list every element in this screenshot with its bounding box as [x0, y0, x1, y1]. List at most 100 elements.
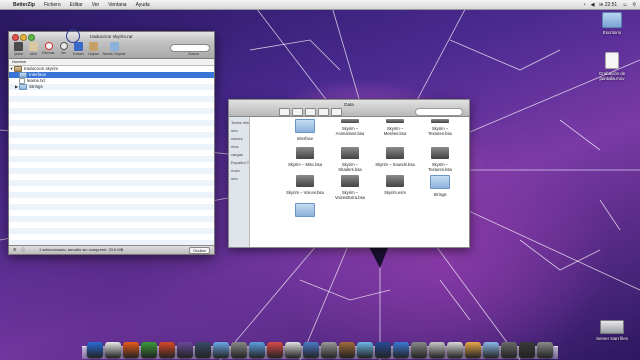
menu-app-name[interactable]: BetterZip — [13, 2, 35, 8]
sidebar-item[interactable]: nosh — [231, 168, 249, 173]
menu-ayuda[interactable]: Ayuda — [136, 2, 150, 8]
menu-ver[interactable]: Ver — [92, 2, 100, 8]
finder-folder-item[interactable]: Strings — [420, 175, 460, 197]
sidebar-item[interactable]: Todos mis archivos — [231, 120, 249, 125]
desktop-icon-escritorio[interactable]: Escritorio — [592, 12, 632, 35]
item-label: Skyrim – Animations.bsa — [335, 126, 365, 136]
dock-app-icon[interactable] — [267, 342, 283, 358]
extraer-button[interactable]: Extraer — [71, 41, 86, 56]
info-icon[interactable]: ⓘ — [21, 246, 25, 254]
item-label: Skyrim – Shaders.bsa — [338, 162, 362, 172]
archive-tree: ▼ traduccion skyrim Interface leame.txt ▶… — [9, 66, 214, 90]
finder-file-item[interactable]: Skyrim – Shaders.bsa — [330, 147, 370, 172]
dock-app-icon[interactable] — [339, 342, 355, 358]
ver-button[interactable]: Ver — [56, 41, 71, 55]
nueva-carpeta-button[interactable]: Nueva Carpeta — [101, 41, 127, 56]
file-icon — [386, 147, 404, 159]
dock-app-icon[interactable] — [177, 342, 193, 358]
dock-app-icon[interactable] — [465, 342, 481, 358]
betterzip-toolbar: Quitar Abrir Eliminar Ver Extraer Limpia… — [9, 41, 214, 59]
desktop-icon-server[interactable]: Server start files — [592, 320, 632, 341]
list-view-button[interactable] — [305, 108, 316, 116]
hide-button[interactable]: Ocultar — [189, 247, 210, 254]
back-button[interactable] — [279, 108, 290, 116]
dock-app-icon[interactable] — [123, 342, 139, 358]
new-folder-icon — [109, 42, 119, 51]
folder-icon — [295, 119, 315, 133]
limpiar-button[interactable]: Limpiar — [86, 41, 101, 56]
dock-app-icon[interactable] — [393, 342, 409, 358]
dock-app-icon[interactable] — [213, 342, 229, 358]
column-view-button[interactable] — [318, 108, 329, 116]
clock[interactable]: ie 22:51 — [599, 2, 617, 8]
broom-icon — [89, 42, 98, 51]
finder-file-item[interactable]: Skyrim – Meshes.bsa — [375, 119, 415, 136]
desktop: BetterZip Fichero Editar Ver Ventana Ayu… — [0, 0, 640, 360]
delete-icon — [44, 42, 53, 50]
dock-app-icon[interactable] — [195, 342, 211, 358]
eliminar-button[interactable]: Eliminar — [41, 41, 56, 55]
wifi-icon[interactable]: ◔ — [583, 2, 586, 8]
gear-icon[interactable]: ⚙ — [13, 246, 17, 254]
quitar-button[interactable]: Quitar — [11, 41, 26, 56]
folder-icon — [602, 12, 622, 28]
finder-folder-item[interactable] — [285, 203, 325, 220]
dock-app-icon[interactable] — [537, 342, 553, 358]
user-icon[interactable]: ☺ — [622, 2, 627, 8]
finder-toolbar: Data — [229, 100, 469, 117]
finder-file-item[interactable]: Skyrim – Animations.bsa — [330, 119, 370, 136]
dock-app-icon[interactable] — [249, 342, 265, 358]
sidebar-item[interactable]: nes — [231, 176, 249, 181]
search-input[interactable] — [170, 44, 210, 52]
magnifier-icon — [59, 42, 68, 50]
volume-icon[interactable]: ◀ — [591, 2, 595, 8]
dock-app-icon[interactable] — [159, 342, 175, 358]
column-header-nombre[interactable]: Nombre — [9, 59, 214, 66]
menu-editar[interactable]: Editar — [70, 2, 83, 8]
finder-search-input[interactable] — [415, 108, 463, 116]
menu-fichero[interactable]: Fichero — [44, 2, 61, 8]
finder-file-item[interactable]: Skyrim – Misc.bsa — [285, 147, 325, 167]
sidebar-item[interactable]: ciones — [231, 136, 249, 141]
file-icon — [386, 119, 404, 123]
dock-app-icon[interactable] — [501, 342, 517, 358]
dock-app-icon[interactable] — [429, 342, 445, 358]
dock-app-icon[interactable] — [321, 342, 337, 358]
dock-app-icon[interactable] — [141, 342, 157, 358]
movie-file-icon — [605, 52, 619, 69]
dock-app-icon[interactable] — [105, 342, 121, 358]
sidebar-item[interactable]: nes — [231, 128, 249, 133]
extract-icon — [74, 42, 83, 51]
dock-app-icon[interactable] — [483, 342, 499, 358]
action-button[interactable] — [331, 108, 342, 116]
sidebar-item[interactable]: ntos — [231, 144, 249, 149]
finder-file-item[interactable]: Skyrim – Textures.bsa — [420, 147, 460, 172]
dock-app-icon[interactable] — [447, 342, 463, 358]
dock-app-icon[interactable] — [411, 342, 427, 358]
dock-app-icon[interactable] — [519, 342, 535, 358]
menu-ventana[interactable]: Ventana — [108, 2, 126, 8]
dock-app-icon[interactable] — [357, 342, 373, 358]
dock-app-icon[interactable] — [285, 342, 301, 358]
dock-app-icon[interactable] — [231, 342, 247, 358]
desktop-icon-recording[interactable]: Grabación de pantalla.mov — [592, 52, 632, 81]
dock-app-icon[interactable] — [303, 342, 319, 358]
finder-file-item[interactable]: Skyrim – Voices.bsa — [285, 175, 325, 195]
finder-file-item[interactable]: Skyrim – VoicesExtra.bsa — [330, 175, 370, 200]
betterzip-title: traduccion skyrim.rar — [90, 34, 133, 39]
finder-file-item[interactable]: Skyrim.esm — [375, 175, 415, 195]
item-label: Skyrim – Sounds.bsa — [375, 162, 415, 167]
icon-view-button[interactable] — [292, 108, 303, 116]
item-label: Strings — [433, 192, 447, 197]
abrir-button[interactable]: Abrir — [26, 41, 41, 56]
dock-app-icon[interactable] — [375, 342, 391, 358]
dock-app-icon[interactable] — [87, 342, 103, 358]
item-label: Interface — [296, 136, 314, 141]
file-icon — [341, 119, 359, 123]
sidebar-item[interactable]: Español-Te... — [231, 160, 249, 165]
finder-file-item[interactable]: Skyrim – Textures.bsa — [420, 119, 460, 136]
finder-file-item[interactable]: Skyrim – Sounds.bsa — [375, 147, 415, 167]
sidebar-item[interactable]: cargas — [231, 152, 249, 157]
spotlight-icon[interactable]: ⚲ — [632, 2, 636, 8]
finder-folder-item[interactable]: Interface — [285, 119, 325, 141]
